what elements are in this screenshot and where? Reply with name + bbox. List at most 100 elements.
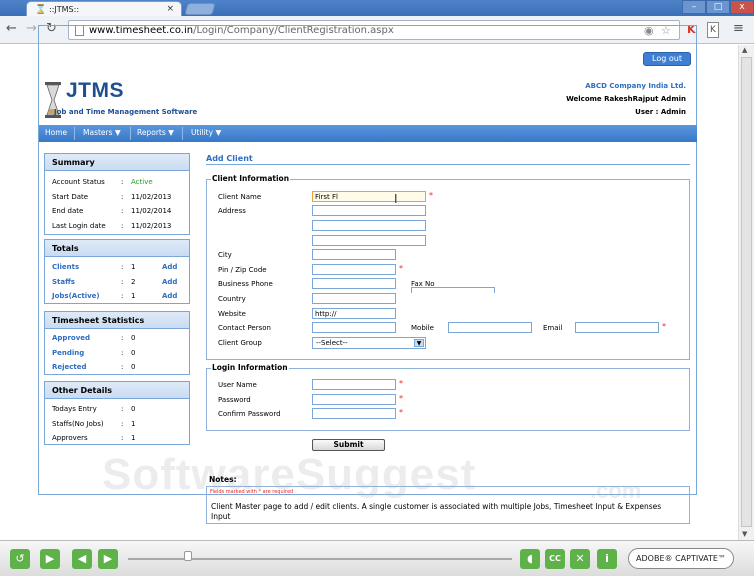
closed-captions-icon[interactable]: CC	[545, 549, 565, 569]
extension-box-icon[interactable]: K	[707, 22, 719, 38]
pin-code-input[interactable]	[312, 264, 396, 275]
nav-utility[interactable]: Utility ▼	[191, 128, 221, 137]
close-window-button[interactable]: x	[730, 0, 754, 14]
contact-person-input[interactable]	[312, 322, 396, 333]
other-label: Approvers	[52, 434, 88, 442]
address-line3-input[interactable]	[312, 235, 426, 246]
menu-icon[interactable]: ≡	[733, 21, 744, 36]
clients-count: 1	[131, 263, 136, 271]
nav-home[interactable]: Home	[45, 128, 67, 137]
back-arrow-icon[interactable]: ←	[6, 22, 17, 36]
staffs-count: 2	[131, 278, 136, 286]
required-marker: *	[399, 408, 403, 417]
next-icon[interactable]: ▶	[98, 549, 118, 569]
timesheet-stats-panel: Timesheet Statistics Approved : 0 Pendin…	[44, 311, 190, 375]
pin-code-label: Pin / Zip Code	[218, 266, 267, 274]
email-label: Email	[543, 324, 563, 332]
audio-icon[interactable]: ◖	[520, 549, 540, 569]
mobile-label: Mobile	[411, 324, 434, 332]
staffs-link[interactable]: Staffs	[52, 278, 75, 286]
add-job-link[interactable]: Add	[162, 292, 177, 300]
required-marker: *	[662, 322, 666, 331]
client-name-input[interactable]: First Fl	[312, 191, 426, 202]
summary-colon: :	[121, 178, 124, 186]
clients-link[interactable]: Clients	[52, 263, 79, 271]
client-group-select[interactable]: --Select-- ▼	[312, 337, 426, 349]
password-label: Password	[218, 396, 251, 404]
city-label: City	[218, 251, 232, 259]
country-input[interactable]	[312, 293, 396, 304]
rewind-icon[interactable]: ↺	[10, 549, 30, 569]
info-icon[interactable]: i	[597, 549, 617, 569]
forward-arrow-icon[interactable]: →	[26, 22, 37, 36]
summary-label: Account Status	[52, 178, 105, 186]
password-input[interactable]	[312, 394, 396, 405]
address-line2-input[interactable]	[312, 220, 426, 231]
nav-divider	[74, 127, 75, 140]
summary-label: End date	[52, 207, 84, 215]
text-cursor-icon: Ⅰ	[394, 192, 398, 206]
add-client-link[interactable]: Add	[162, 263, 177, 271]
stats-colon: :	[121, 334, 124, 342]
play-icon[interactable]: ▶	[40, 549, 60, 569]
vertical-scrollbar[interactable]: ▲ ▼	[738, 45, 754, 540]
website-input[interactable]: http://	[312, 308, 396, 319]
logo-subtitle: Job and Time Management Software	[54, 108, 198, 116]
adobe-captivate-logo[interactable]: ADOBE® CAPTIVATE™	[628, 548, 734, 569]
country-label: Country	[218, 295, 246, 303]
company-name: ABCD Company India Ltd.	[585, 82, 686, 90]
welcome-text: Welcome RakeshRajput Admin	[566, 95, 686, 103]
minimize-button[interactable]: –	[682, 0, 706, 14]
nav-divider	[182, 127, 183, 140]
business-phone-input[interactable]	[312, 278, 396, 289]
maximize-button[interactable]: □	[706, 0, 730, 14]
page-title: Add Client	[206, 154, 253, 163]
add-staff-link[interactable]: Add	[162, 278, 177, 286]
totals-panel: Totals Clients : 1 Add Staffs : 2 Add Jo…	[44, 239, 190, 304]
approvers-value: 1	[131, 434, 136, 442]
address-line1-input[interactable]	[312, 205, 426, 216]
summary-panel: Summary Account Status : Active Start Da…	[44, 153, 190, 235]
pending-link[interactable]: Pending	[52, 349, 84, 357]
stats-colon: :	[121, 363, 124, 371]
rejected-link[interactable]: Rejected	[52, 363, 87, 371]
jobs-link[interactable]: Jobs(Active)	[52, 292, 100, 300]
required-marker: *	[399, 264, 403, 273]
email-input[interactable]	[575, 322, 659, 333]
scroll-up-icon[interactable]: ▲	[742, 46, 747, 54]
timesheet-stats-title: Timesheet Statistics	[45, 312, 189, 329]
approved-link[interactable]: Approved	[52, 334, 90, 342]
user-role: User : Admin	[635, 108, 686, 116]
account-status-value: Active	[131, 178, 153, 186]
username-input[interactable]	[312, 379, 396, 390]
login-information-fieldset: Login Information	[206, 363, 690, 431]
summary-colon: :	[121, 193, 124, 201]
client-group-label: Client Group	[218, 339, 262, 347]
previous-icon[interactable]: ◀	[72, 549, 92, 569]
client-information-legend: Client Information	[211, 174, 291, 183]
mobile-input[interactable]	[448, 322, 532, 333]
close-icon[interactable]: ✕	[570, 549, 590, 569]
fax-input[interactable]	[411, 287, 495, 293]
new-tab-button[interactable]	[184, 3, 216, 15]
nav-masters[interactable]: Masters ▼	[83, 128, 121, 137]
totals-colon: :	[121, 263, 124, 271]
title-divider	[206, 164, 690, 165]
submit-button[interactable]: Submit	[312, 439, 385, 451]
progress-knob[interactable]	[184, 551, 192, 561]
tab-close-icon[interactable]: ×	[166, 4, 174, 14]
confirm-password-input[interactable]	[312, 408, 396, 419]
notes-text: Client Master page to add / edit clients…	[211, 502, 662, 521]
city-input[interactable]	[312, 249, 396, 260]
summary-label: Start Date	[52, 193, 89, 201]
client-name-label: Client Name	[218, 193, 262, 201]
browser-tab[interactable]: ⌛ ::JTMS:: ×	[26, 1, 182, 17]
contact-person-label: Contact Person	[218, 324, 271, 332]
username-label: User Name	[218, 381, 257, 389]
last-login-value: 11/02/2013	[131, 222, 172, 230]
logo-title: JTMS	[66, 79, 125, 102]
scrollbar-thumb[interactable]	[741, 57, 752, 527]
nav-reports[interactable]: Reports ▼	[137, 128, 174, 137]
scroll-down-icon[interactable]: ▼	[742, 530, 747, 538]
other-details-title: Other Details	[45, 382, 189, 399]
